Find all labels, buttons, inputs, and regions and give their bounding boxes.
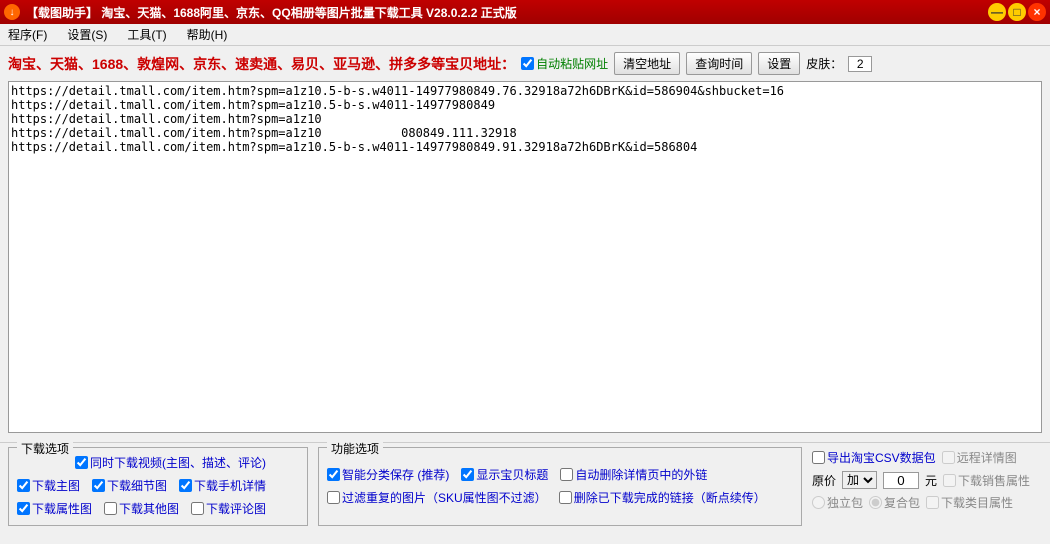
download-sale-checkbox[interactable]: 下载销售属性 [943,472,1030,489]
menu-program[interactable]: 程序(F) [8,26,47,43]
menu-tools[interactable]: 工具(T) [127,26,166,43]
close-button[interactable]: × [1028,3,1046,21]
app-icon: ↓ [4,4,20,20]
title-bar: ↓ 【载图助手】 淘宝、天猫、1688阿里、京东、QQ相册等图片批量下载工具 V… [0,0,1050,24]
menu-bar: 程序(F) 设置(S) 工具(T) 帮助(H) [0,24,1050,46]
minimize-button[interactable]: — [988,3,1006,21]
url-input-label: 淘宝、天猫、1688、敦煌网、京东、速卖通、易贝、亚马逊、拼多多等宝贝地址： [8,54,515,74]
export-csv-checkbox[interactable]: 导出淘宝CSV数据包 [812,449,936,466]
auto-delete-ext-checkbox[interactable]: 自动删除详情页中的外链 [560,466,707,483]
auto-paste-input[interactable] [521,57,534,70]
download-mobile-detail-checkbox[interactable]: 下载手机详情 [179,477,266,494]
price-value-input[interactable] [883,472,919,489]
price-op-select[interactable]: 加 [842,471,877,489]
menu-help[interactable]: 帮助(H) [187,26,228,43]
clear-url-button[interactable]: 清空地址 [614,52,680,75]
price-label: 原价 [812,472,836,489]
filter-dup-checkbox[interactable]: 过滤重复的图片（SKU属性图不过滤） [327,489,547,506]
download-video-checkbox[interactable]: 同时下载视频(主图、描述、评论) [75,454,266,471]
function-options-legend: 功能选项 [327,440,383,457]
skin-label: 皮肤： [806,55,842,72]
download-detail-img-checkbox[interactable]: 下载细节图 [92,477,167,494]
query-time-button[interactable]: 查询时间 [686,52,752,75]
download-options-legend: 下载选项 [17,440,73,457]
smart-save-checkbox[interactable]: 智能分类保存 (推荐) [327,466,449,483]
download-options-group: 下载选项 同时下载视频(主图、描述、评论) 下载主图 下载细节图 下载手机详情 [8,447,308,526]
auto-paste-label: 自动粘贴网址 [536,55,608,72]
show-title-checkbox[interactable]: 显示宝贝标题 [461,466,548,483]
download-comment-img-checkbox[interactable]: 下载评论图 [191,500,266,517]
function-options-group: 功能选项 智能分类保存 (推荐) 显示宝贝标题 自动删除详情页中的外链 过滤重复… [318,447,802,526]
download-cat-checkbox[interactable]: 下载类目属性 [926,494,1013,511]
menu-settings[interactable]: 设置(S) [67,26,107,43]
skin-input[interactable] [848,56,872,72]
maximize-button[interactable]: □ [1008,3,1026,21]
composite-radio[interactable]: 复合包 [869,494,920,511]
remote-detail-checkbox[interactable]: 远程详情图 [942,449,1017,466]
right-options-group: 导出淘宝CSV数据包 远程详情图 原价 加 元 下载销售属性 独立包 [812,447,1042,526]
url-textarea[interactable] [8,81,1042,433]
price-unit: 元 [925,472,937,489]
window-controls: — □ × [988,3,1046,21]
download-other-img-checkbox[interactable]: 下载其他图 [104,500,179,517]
header-row: 淘宝、天猫、1688、敦煌网、京东、速卖通、易贝、亚马逊、拼多多等宝贝地址： 自… [0,46,1050,81]
standalone-radio[interactable]: 独立包 [812,494,863,511]
download-attr-img-checkbox[interactable]: 下载属性图 [17,500,92,517]
window-title: 【载图助手】 淘宝、天猫、1688阿里、京东、QQ相册等图片批量下载工具 V28… [26,4,988,21]
download-main-img-checkbox[interactable]: 下载主图 [17,477,80,494]
delete-done-checkbox[interactable]: 删除已下载完成的链接（断点续传） [559,489,766,506]
bottom-panel: 下载选项 同时下载视频(主图、描述、评论) 下载主图 下载细节图 下载手机详情 [0,442,1050,530]
auto-paste-checkbox[interactable]: 自动粘贴网址 [521,55,608,72]
settings-button[interactable]: 设置 [758,52,800,75]
